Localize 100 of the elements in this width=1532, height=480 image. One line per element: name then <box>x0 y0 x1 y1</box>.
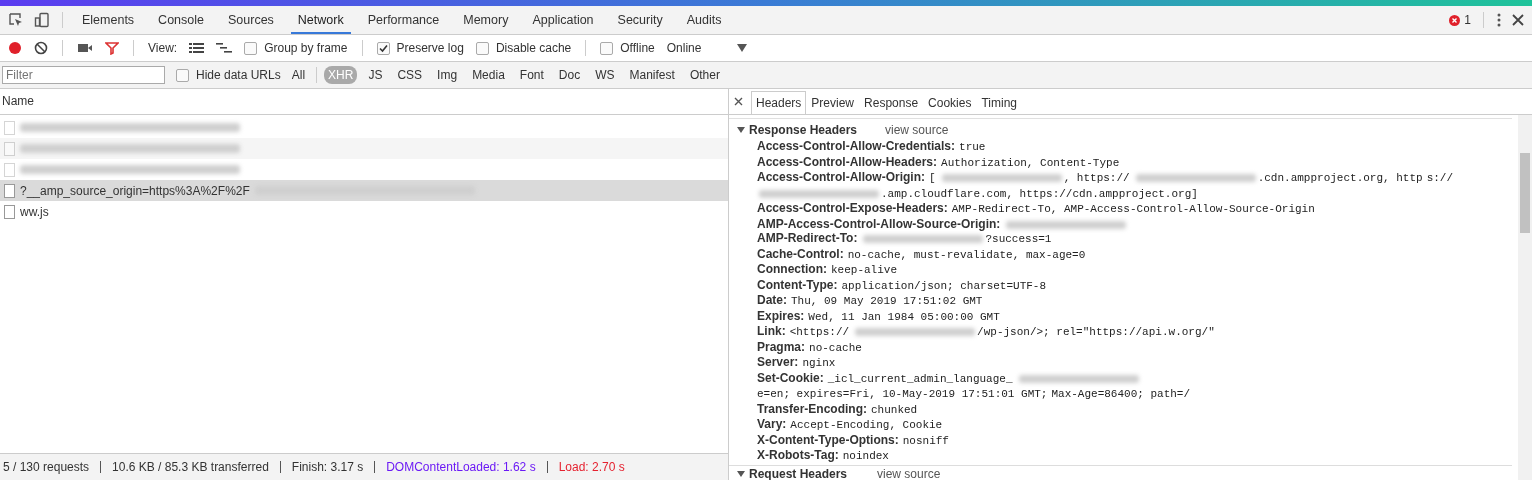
panel-tab[interactable]: Sources <box>221 6 281 34</box>
status-text: Load: 2.70 s <box>558 460 625 474</box>
detail-tab[interactable]: Preview <box>806 91 860 114</box>
header-value: Accept-Encoding, Cookie <box>790 419 943 431</box>
header-name: Content-Type: <box>757 277 838 292</box>
detail-tab[interactable]: Response <box>859 91 924 114</box>
panel-tab[interactable]: Console <box>151 6 211 34</box>
type-filter[interactable]: Manifest <box>625 66 679 84</box>
request-row[interactable]: ?__amp_source_origin=https%3A%2F%2F <box>0 180 728 201</box>
header-name: Transfer-Encoding: <box>757 401 867 416</box>
request-name: ww.js <box>20 204 49 219</box>
header-value: Max-Age=86400; path=/ <box>1051 388 1191 400</box>
header-value: chunked <box>871 403 918 416</box>
section-title[interactable]: Request Headers <box>749 466 873 480</box>
header-value: true <box>959 141 986 153</box>
header-value: Authorization, Content-Type <box>941 156 1120 169</box>
header-value: Wed, 11 Jan 1984 05:00:00 GMT <box>808 310 1000 323</box>
waterfall-view-icon[interactable] <box>216 42 233 54</box>
status-text: 5 / 130 requests <box>3 460 90 474</box>
checkbox[interactable] <box>600 41 614 55</box>
view-label: View: <box>148 41 178 55</box>
header-value: AMP-Redirect-To, AMP-Access-Control-Allow-Source-Origin <box>951 203 1315 215</box>
list-view-icon[interactable] <box>189 42 205 54</box>
header-name: Access-Control-Allow-Headers: <box>757 154 938 169</box>
view-source-link[interactable]: view source <box>877 466 941 480</box>
type-filter[interactable]: Font <box>515 66 548 84</box>
header-value: no-cache <box>809 341 862 354</box>
type-filter[interactable]: Img <box>433 66 462 84</box>
status-text: DOMContentLoaded: 1.62 s <box>386 460 536 474</box>
dropdown-arrow-icon[interactable] <box>737 44 748 52</box>
header-value: , https:// <box>1063 172 1130 184</box>
header-value: nosniff <box>902 434 949 447</box>
panel-tab[interactable]: Performance <box>360 6 447 34</box>
header-value: keep-alive <box>831 264 897 276</box>
checkbox[interactable] <box>176 68 189 82</box>
collapse-arrow-icon[interactable] <box>737 469 745 478</box>
type-filter[interactable]: All <box>287 66 310 84</box>
status-text: 10.6 KB / 85.3 KB transferred <box>112 460 269 474</box>
checkbox[interactable] <box>244 41 258 55</box>
detail-tab[interactable]: Timing <box>976 91 1022 114</box>
header-value: .amp.cloudflare.com, https://cdn.ampproject.org] <box>881 187 1198 200</box>
header-value: s:// <box>1426 172 1454 184</box>
panel-tab[interactable]: Memory <box>456 6 516 34</box>
checkbox[interactable] <box>475 41 489 55</box>
close-icon[interactable] <box>1512 14 1524 26</box>
type-filter[interactable]: WS <box>591 66 619 84</box>
collapse-arrow-icon[interactable] <box>737 126 745 134</box>
header-name: Access-Control-Allow-Origin: <box>757 170 925 184</box>
header-name: X-Content-Type-Options: <box>757 432 899 447</box>
request-name: ?__amp_source_origin=https%3A%2F%2F <box>20 183 250 198</box>
checkbox[interactable] <box>376 41 390 55</box>
type-filter[interactable]: JS <box>364 66 387 84</box>
video-camera-icon[interactable] <box>77 42 93 54</box>
column-header[interactable]: Name <box>0 89 728 115</box>
header-name: Access-Control-Expose-Headers: <box>757 201 948 215</box>
detail-tab[interactable]: Headers <box>751 91 807 114</box>
record-icon[interactable] <box>8 41 22 55</box>
clear-icon[interactable] <box>34 41 48 55</box>
panel-tab[interactable]: Audits <box>679 6 729 34</box>
header-name: Cache-Control: <box>757 246 844 261</box>
device-toolbar-icon[interactable] <box>34 12 50 28</box>
header-value: no-cache, must-revalidate, max-age=0 <box>847 248 1086 261</box>
header-name: AMP-Redirect-To: <box>757 231 858 245</box>
panel-tab[interactable]: Elements <box>75 6 142 34</box>
header-name: Server: <box>757 355 799 369</box>
type-filter[interactable]: Other <box>685 66 724 84</box>
type-filter[interactable]: Doc <box>554 66 585 84</box>
header-value: noindex <box>842 450 889 462</box>
throttling-dropdown[interactable]: Online <box>666 41 702 55</box>
header-value: e=en; expires=Fri, 10-May-2019 17:51:01 GMT; <box>757 388 1048 400</box>
header-value: .cdn.ampproject.org, http <box>1257 172 1423 184</box>
header-value: <https:// <box>789 326 850 338</box>
header-value: Thu, 09 May 2019 17:51:02 GMT <box>791 295 983 307</box>
status-text: Finish: 3.17 s <box>291 460 364 474</box>
scrollbar[interactable] <box>1518 115 1532 480</box>
checkbox-label[interactable]: Group by frame <box>264 41 348 55</box>
view-source-link[interactable]: view source <box>885 123 949 137</box>
panel-tab[interactable]: Application <box>525 6 601 34</box>
type-filter[interactable]: CSS <box>393 66 427 84</box>
header-name: Date: <box>757 293 787 307</box>
error-counter[interactable]: 1 <box>1449 13 1471 27</box>
header-value: nginx <box>802 357 836 369</box>
filter-field[interactable]: Filter <box>2 66 165 84</box>
inspect-icon[interactable] <box>8 12 24 28</box>
checkbox-label[interactable]: Disable cache <box>495 41 572 55</box>
header-value: ?success=1 <box>985 233 1052 245</box>
panel-tab[interactable]: Security <box>610 6 670 34</box>
header-value: [ <box>929 172 936 184</box>
detail-tab[interactable]: Cookies <box>923 91 977 114</box>
filter-icon[interactable] <box>105 41 119 55</box>
more-options-icon[interactable] <box>1496 13 1502 27</box>
checkbox-label[interactable]: Offline <box>620 41 655 55</box>
section-title[interactable]: Response Headers <box>749 123 881 137</box>
close-icon[interactable] <box>734 97 743 106</box>
type-filter[interactable]: Media <box>468 66 509 84</box>
checkbox-label[interactable]: Hide data URLs <box>196 68 281 82</box>
checkbox-label[interactable]: Preserve log <box>396 41 464 55</box>
header-value: _icl_current_admin_language_ <box>827 372 1013 385</box>
header-name: X-Robots-Tag: <box>757 448 839 462</box>
panel-tab[interactable]: Network <box>290 6 351 34</box>
